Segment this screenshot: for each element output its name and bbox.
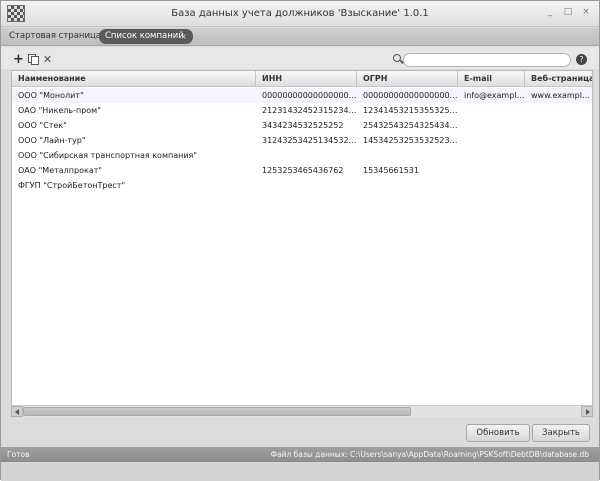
cell-inn: 1253253465436762 (262, 166, 344, 175)
companies-table: Наименование ИНН ОГРН E-mail Веб-страниц… (11, 70, 593, 417)
cell-inn (256, 148, 357, 163)
cell-email (458, 103, 525, 118)
horizontal-scrollbar[interactable] (11, 405, 593, 417)
cell-name: ОАО "Никель-пром" (18, 106, 101, 115)
delete-button[interactable]: ✕ (42, 53, 53, 66)
column-header-website[interactable]: Веб-страница (525, 71, 592, 87)
cell-ogrn: 000000000000000000000 (363, 91, 458, 100)
status-text: Готов (7, 450, 30, 459)
window-title: База данных учета должников 'Взыскание' … (171, 8, 429, 19)
cell-inn: 000000000000000000000 (262, 91, 357, 100)
x-icon: ✕ (42, 53, 53, 66)
cell-email (458, 178, 525, 193)
status-bar: Готов Файл базы данных: C:\Users\sanya\A… (1, 447, 599, 462)
column-header-ogrn[interactable]: ОГРН (357, 71, 458, 87)
table-row[interactable]: ООО "Стек" 3434234532525252 254325432543… (12, 118, 592, 133)
cell-inn (256, 178, 357, 193)
cell-email: info@example.com (464, 91, 525, 100)
cell-ogrn (357, 148, 458, 163)
cell-ogrn (357, 178, 458, 193)
table-header: Наименование ИНН ОГРН E-mail Веб-страниц… (12, 71, 592, 87)
copy-button[interactable] (28, 54, 39, 65)
cell-email (458, 148, 525, 163)
cell-name: ООО "Стек" (18, 121, 67, 130)
database-path: Файл базы данных: C:\Users\sanya\AppData… (270, 450, 589, 459)
cell-name: ООО "Монолит" (18, 91, 84, 100)
title-bar: База данных учета должников 'Взыскание' … (1, 1, 599, 27)
window-controls: _ □ × (545, 7, 591, 17)
minimize-button[interactable]: _ (545, 7, 555, 17)
tab-label: Список компаний (105, 31, 184, 41)
cell-ogrn: 2543254325432543425 (363, 121, 458, 130)
app-window: База данных учета должников 'Взыскание' … (0, 0, 600, 481)
close-button[interactable]: Закрыть (532, 424, 590, 442)
help-icon[interactable]: ? (576, 54, 587, 65)
add-button[interactable]: + (13, 52, 24, 67)
cell-website: www.example.com (531, 91, 592, 100)
cell-email (458, 133, 525, 148)
cell-ogrn: 12341453215355325125 (363, 106, 458, 115)
plus-icon: + (13, 52, 24, 67)
cell-website (525, 148, 592, 163)
cell-website (525, 103, 592, 118)
scrollbar-thumb[interactable] (23, 407, 411, 416)
tab-close-icon[interactable]: × (180, 29, 187, 44)
table-row[interactable]: ОАО "Металпрокат" 1253253465436762 15345… (12, 163, 592, 178)
cell-email (458, 163, 525, 178)
column-header-name[interactable]: Наименование (12, 71, 256, 87)
column-header-email[interactable]: E-mail (458, 71, 525, 87)
cell-website (525, 163, 592, 178)
cell-name: ОАО "Металпрокат" (18, 166, 103, 175)
cell-ogrn: 1453425325353252345 (363, 136, 458, 145)
cell-website (525, 178, 592, 193)
cell-website (525, 133, 592, 148)
tab-bar: Стартовая страница Список компаний × (1, 28, 599, 46)
scroll-left-arrow-icon[interactable] (11, 406, 23, 417)
cell-inn: 3124325342513453253 (262, 136, 357, 145)
search-icon (393, 54, 401, 62)
refresh-button[interactable]: Обновить (466, 424, 530, 442)
cell-name: ООО "Сибирская транспортная компания" (18, 151, 198, 160)
cell-name: ФГУП "СтройБетонТрест" (18, 181, 126, 190)
maximize-button[interactable]: □ (563, 7, 573, 17)
cell-website (525, 118, 592, 133)
cell-email (458, 118, 525, 133)
scroll-right-arrow-icon[interactable] (581, 406, 593, 417)
close-window-button[interactable]: × (581, 7, 591, 17)
column-header-inn[interactable]: ИНН (256, 71, 357, 87)
table-row[interactable]: ООО "Монолит" 000000000000000000 000 0000… (12, 88, 592, 103)
search-input[interactable] (403, 53, 571, 67)
cell-inn: 3434234532525252 (262, 121, 344, 130)
copy-icon-back (31, 56, 39, 65)
table-row[interactable]: ООО "Сибирская транспортная компания" (12, 148, 592, 163)
cell-name: ООО "Лайн-тур" (18, 136, 86, 145)
cell-inn: 2123143245231523415 (262, 106, 357, 115)
table-row[interactable]: ООО "Лайн-тур" 3124325342513453253 14534… (12, 133, 592, 148)
window-bottom-edge (1, 462, 599, 481)
tab-company-list[interactable]: Список компаний × (99, 29, 193, 44)
tab-start-page[interactable]: Стартовая страница (9, 31, 101, 41)
cell-ogrn: 15345661531 (363, 166, 419, 175)
table-row[interactable]: ОАО "Никель-пром" 2123143245231523415 12… (12, 103, 592, 118)
table-row[interactable]: ФГУП "СтройБетонТрест" (12, 178, 592, 193)
